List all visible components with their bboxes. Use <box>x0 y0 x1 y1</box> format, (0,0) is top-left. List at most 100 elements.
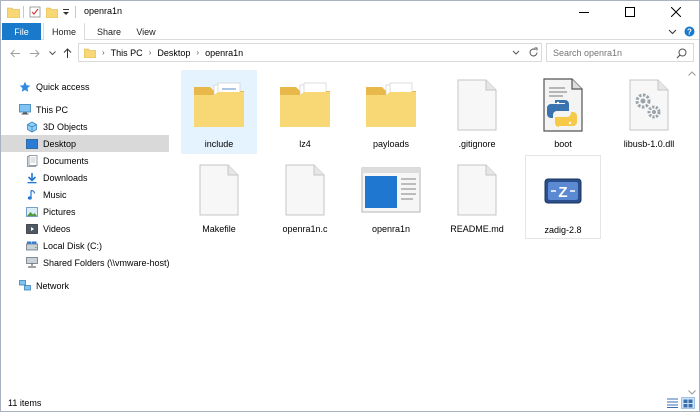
file-item-include[interactable]: include <box>181 70 257 154</box>
nav-label: Network <box>36 280 70 291</box>
back-arrow-icon[interactable] <box>8 46 22 60</box>
vertical-scrollbar[interactable] <box>685 65 699 395</box>
nav-documents[interactable]: Documents <box>1 152 169 169</box>
file-item-payloads[interactable]: payloads <box>353 70 429 154</box>
star-icon <box>19 81 31 93</box>
file-label: libusb-1.0.dll <box>623 139 675 149</box>
computer-icon <box>19 104 31 116</box>
nav-network[interactable]: Network <box>1 277 169 294</box>
desktop-icon <box>26 138 38 150</box>
nav-label: Quick access <box>36 81 90 92</box>
folder-small-icon <box>84 48 96 58</box>
up-arrow-icon[interactable] <box>60 46 74 60</box>
file-icon <box>273 157 337 223</box>
navigation-pane: Quick access This PC 3D Objects Desktop <box>1 65 173 395</box>
properties-icon[interactable] <box>29 5 41 19</box>
nav-shared-folders[interactable]: Shared Folders (\\vmware-host) (Z <box>1 254 169 271</box>
expand-ribbon-icon[interactable] <box>665 25 679 38</box>
folder-icon <box>187 72 251 138</box>
search-input[interactable] <box>553 47 673 58</box>
minimize-button[interactable] <box>561 1 607 23</box>
chevron-right-icon: › <box>148 48 152 57</box>
details-view-icon[interactable] <box>665 397 679 409</box>
new-folder-icon[interactable] <box>46 5 58 19</box>
file-item-makefile[interactable]: Makefile <box>181 155 257 239</box>
nav-this-pc[interactable]: This PC <box>1 101 169 118</box>
nav-quick-access[interactable]: Quick access <box>1 78 169 95</box>
nav-label: Videos <box>43 223 71 234</box>
maximize-button[interactable] <box>607 1 653 23</box>
chevron-down-icon[interactable] <box>512 48 520 58</box>
nav-music[interactable]: Music <box>1 186 169 203</box>
forward-arrow-icon[interactable] <box>27 46 41 60</box>
file-label: openra1n <box>371 224 411 234</box>
music-note-icon <box>26 189 38 201</box>
large-icons-view-icon[interactable] <box>681 397 695 409</box>
file-label: include <box>204 139 234 149</box>
file-item-readme[interactable]: README.md <box>439 155 515 239</box>
window-title: openra1n <box>84 6 123 16</box>
help-icon[interactable]: ? <box>682 25 696 38</box>
ribbon-tabs: File Home Share View ? <box>1 23 699 40</box>
file-label: boot <box>554 139 572 149</box>
nav-desktop[interactable]: Desktop <box>1 135 169 152</box>
executable-icon <box>359 157 423 223</box>
tab-share[interactable]: Share <box>89 23 129 40</box>
breadcrumb-openra1n[interactable]: openra1n <box>205 48 243 58</box>
nav-downloads[interactable]: Downloads <box>1 169 169 186</box>
recent-locations-icon[interactable] <box>45 46 59 60</box>
file-item-lz4[interactable]: lz4 <box>267 70 343 154</box>
address-bar[interactable]: › This PC › Desktop › openra1n <box>78 43 542 62</box>
network-drive-icon <box>26 257 38 269</box>
file-icon <box>187 157 251 223</box>
nav-label: Local Disk (C:) <box>43 240 103 251</box>
file-item-boot[interactable]: boot <box>525 70 601 154</box>
tab-file[interactable]: File <box>2 23 41 40</box>
breadcrumb-desktop[interactable]: Desktop <box>157 48 190 58</box>
nav-3d-objects[interactable]: 3D Objects <box>1 118 169 135</box>
file-label: Makefile <box>202 224 236 234</box>
nav-videos[interactable]: Videos <box>1 220 169 237</box>
file-label: openra1n.c <box>282 224 328 234</box>
sep <box>75 5 76 19</box>
search-box[interactable] <box>546 43 694 62</box>
item-count: 11 items <box>8 398 42 408</box>
file-item-openra1n-c[interactable]: openra1n.c <box>267 155 343 239</box>
documents-icon <box>26 154 38 167</box>
title-bar: openra1n <box>1 1 699 23</box>
folder-small-icon <box>7 5 20 19</box>
file-label: payloads <box>372 139 410 149</box>
scroll-up-icon[interactable] <box>688 68 696 78</box>
file-item-gitignore[interactable]: .gitignore <box>439 70 515 154</box>
chevron-right-icon: › <box>196 48 200 57</box>
network-icon <box>19 280 31 292</box>
cube-icon <box>26 121 38 133</box>
file-label: .gitignore <box>458 139 496 149</box>
tab-view[interactable]: View <box>129 23 163 40</box>
download-arrow-icon <box>26 172 38 184</box>
nav-label: Music <box>43 189 67 200</box>
nav-pictures[interactable]: Pictures <box>1 203 169 220</box>
hard-drive-icon <box>26 240 38 252</box>
file-grid: include lz4 payloads .gitignore boot lib… <box>173 65 685 395</box>
tab-home[interactable]: Home <box>43 23 85 40</box>
nav-local-disk[interactable]: Local Disk (C:) <box>1 237 169 254</box>
sep <box>23 5 24 19</box>
file-item-zadig[interactable]: Z zadig-2.8 <box>525 155 601 239</box>
refresh-icon[interactable] <box>528 47 539 60</box>
nav-label: Documents <box>43 155 89 166</box>
nav-label: Pictures <box>43 206 76 217</box>
file-label: README.md <box>450 224 504 234</box>
breadcrumb-this-pc[interactable]: This PC <box>111 48 143 58</box>
folder-icon <box>359 72 423 138</box>
svg-text:Z: Z <box>558 184 567 201</box>
file-label: lz4 <box>299 139 311 149</box>
file-item-libusb[interactable]: libusb-1.0.dll <box>611 70 687 154</box>
address-row: › This PC › Desktop › openra1n <box>1 41 699 65</box>
search-icon <box>676 48 687 61</box>
folder-icon <box>273 72 337 138</box>
close-button[interactable] <box>653 1 699 23</box>
file-item-openra1n[interactable]: openra1n <box>353 155 429 239</box>
nav-label: Desktop <box>43 138 77 149</box>
customize-toolbar-icon[interactable] <box>62 5 70 19</box>
